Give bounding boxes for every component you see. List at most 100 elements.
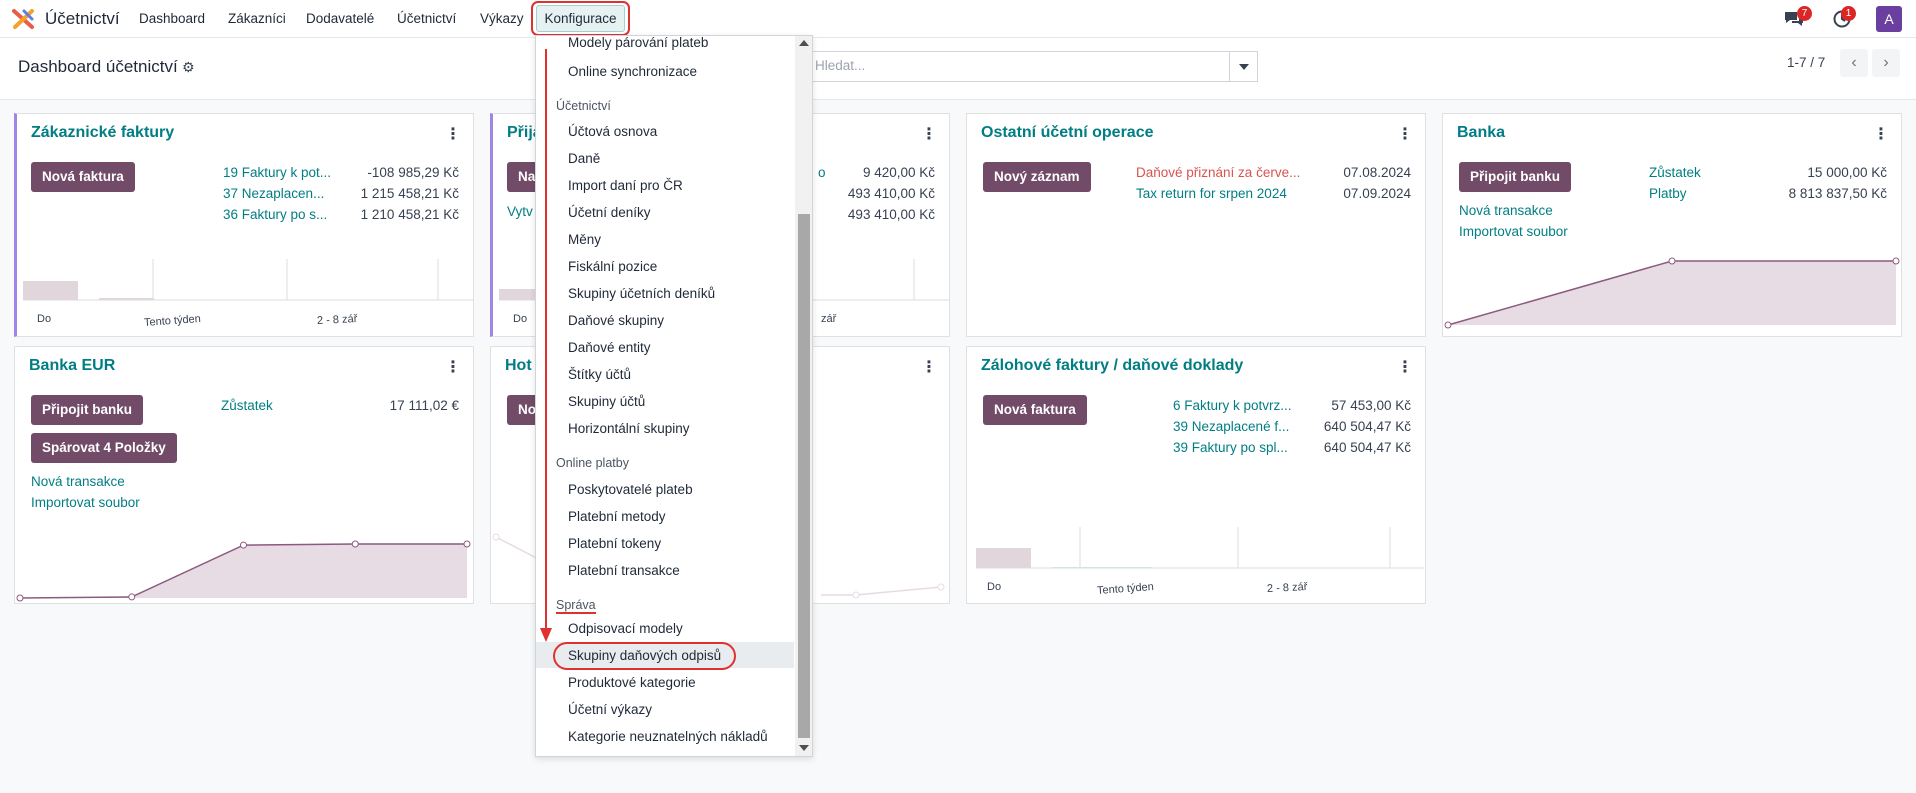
card-customer-invoices: Zákaznické faktury ⋮ Nová faktura 19 Fak…	[14, 113, 474, 337]
menu-item[interactable]: Měny	[568, 232, 601, 247]
menu-item[interactable]: Daně	[568, 151, 600, 166]
menu-item[interactable]: Fiskální pozice	[568, 259, 657, 274]
scroll-down-icon[interactable]	[799, 745, 809, 751]
menu-item[interactable]: Horizontální skupiny	[568, 421, 690, 436]
card-title[interactable]: Zálohové faktury / daňové doklady	[981, 357, 1243, 375]
menu-item[interactable]: Účetní deníky	[568, 205, 651, 220]
card-bank: Banka ⋮ Připojit banku Zůstatek 15 000,0…	[1442, 113, 1902, 337]
entry-date: 07.08.2024	[1343, 165, 1411, 180]
menu-item[interactable]: Import daní pro ČR	[568, 178, 683, 193]
import-file-link[interactable]: Importovat soubor	[1459, 224, 1568, 239]
pager-value[interactable]: 1-7 / 7	[1787, 55, 1825, 70]
invoice-bar-graph[interactable]	[976, 527, 1424, 599]
menu-item[interactable]: Poskytovatelé plateb	[568, 482, 693, 497]
menu-item[interactable]: Platební metody	[568, 509, 666, 524]
kebab-menu-icon[interactable]: ⋮	[445, 124, 461, 144]
control-panel: Dashboard účetnictví ⚙ Hledat... 1-7 / 7…	[0, 38, 1916, 100]
new-invoice-button[interactable]: Nová faktura	[31, 162, 135, 192]
avatar[interactable]: A	[1876, 6, 1902, 32]
scroll-up-icon[interactable]	[799, 40, 809, 46]
nav-accounting[interactable]: Účetnictví	[397, 11, 456, 26]
invoice-link[interactable]: 19 Faktury k pot...	[223, 165, 331, 180]
upload-link[interactable]: Vytv	[507, 204, 533, 219]
search-placeholder: Hledat...	[815, 58, 866, 73]
menu-section-header: Správa	[556, 598, 596, 614]
kebab-menu-icon[interactable]: ⋮	[445, 357, 461, 377]
balance-link[interactable]: Zůstatek	[221, 398, 273, 413]
nav-vendors[interactable]: Dodavatelé	[306, 11, 374, 26]
menu-item[interactable]: Modely párování plateb	[568, 36, 708, 50]
card-bank-eur: Banka EUR ⋮ Připojit banku Spárovat 4 Po…	[14, 346, 474, 604]
menu-item[interactable]: Platební transakce	[568, 563, 680, 578]
balance-link[interactable]: Zůstatek	[1649, 165, 1701, 180]
balance-area	[1448, 261, 1896, 325]
invoice-link[interactable]: 39 Nezaplacené f...	[1173, 419, 1289, 434]
nav-dashboard[interactable]: Dashboard	[139, 11, 205, 26]
search-input[interactable]	[803, 51, 1258, 82]
menu-item[interactable]: Štítky účtů	[568, 367, 631, 382]
invoice-link[interactable]: 36 Faktury po s...	[223, 207, 327, 222]
card-title[interactable]: Hot	[505, 357, 532, 375]
app-name[interactable]: Účetnictví	[45, 9, 120, 29]
bills-link[interactable]: o	[818, 165, 826, 180]
pager-next-icon[interactable]: ›	[1872, 49, 1900, 77]
menu-item[interactable]: Odpisovací modely	[568, 621, 683, 636]
kebab-menu-icon[interactable]: ⋮	[1873, 124, 1889, 144]
menu-item[interactable]: Účtová osnova	[568, 124, 657, 139]
bank-balance-graph[interactable]	[1443, 254, 1901, 336]
card-title[interactable]: Ostatní účetní operace	[981, 124, 1154, 142]
new-transaction-link[interactable]: Nová transakce	[31, 474, 125, 489]
menu-item[interactable]: Online synchronizace	[568, 64, 697, 79]
bill-amount: 493 410,00 Kč	[847, 207, 935, 222]
graph-label: 2 - 8 zář	[1266, 580, 1308, 596]
menu-item[interactable]: Kategorie neuznatelných nákladů	[568, 729, 768, 744]
card-title[interactable]: Zákaznické faktury	[31, 124, 174, 142]
balance-point	[1444, 321, 1452, 329]
kebab-menu-icon[interactable]: ⋮	[921, 357, 937, 377]
tax-return-link[interactable]: Tax return for srpen 2024	[1136, 186, 1287, 201]
new-invoice-button[interactable]: Nová faktura	[983, 395, 1087, 425]
invoice-amount: 640 504,47 Kč	[1323, 440, 1411, 455]
bill-amount: 493 410,00 Kč	[847, 186, 935, 201]
scroll-thumb[interactable]	[798, 214, 810, 738]
invoice-link[interactable]: 6 Faktury k potvrz...	[1173, 398, 1292, 413]
card-title[interactable]: Banka EUR	[29, 357, 115, 375]
search-toggle-chevron-icon[interactable]	[1229, 51, 1258, 82]
card-advance-invoices: Zálohové faktury / daňové doklady ⋮ Nová…	[966, 346, 1426, 604]
kebab-menu-icon[interactable]: ⋮	[921, 124, 937, 144]
page-title: Dashboard účetnictví	[18, 57, 178, 76]
menu-item[interactable]: Skupiny účtů	[568, 394, 645, 409]
menu-item[interactable]: Daňové skupiny	[568, 313, 664, 328]
new-entry-button[interactable]: Nový záznam	[983, 162, 1091, 192]
invoice-link[interactable]: 37 Nezaplacen...	[223, 186, 324, 201]
menu-section-header: Online platby	[556, 456, 629, 470]
gear-icon[interactable]: ⚙	[182, 59, 195, 76]
menu-scrollbar[interactable]	[795, 36, 812, 756]
balance-point	[128, 593, 136, 601]
pager-prev-icon[interactable]: ‹	[1840, 49, 1868, 77]
menu-item[interactable]: Skupiny účetních deníků	[568, 286, 715, 301]
nav-customers[interactable]: Zákazníci	[228, 11, 286, 26]
balance-point	[16, 594, 24, 602]
kebab-menu-icon[interactable]: ⋮	[1397, 124, 1413, 144]
menu-item[interactable]: Platební tokeny	[568, 536, 661, 551]
menu-item[interactable]: Daňové entity	[568, 340, 651, 355]
import-file-link[interactable]: Importovat soubor	[31, 495, 140, 510]
connect-bank-button[interactable]: Připojit banku	[31, 395, 144, 425]
card-title[interactable]: Banka	[1457, 124, 1505, 142]
bank-eur-balance-graph[interactable]	[15, 531, 473, 603]
menu-item[interactable]: Účetní výkazy	[568, 702, 652, 717]
tax-return-link[interactable]: Daňové přiznání za červe...	[1136, 165, 1300, 180]
invoice-amount: -108 985,29 Kč	[367, 165, 459, 180]
invoice-link[interactable]: 39 Faktury po spl...	[1173, 440, 1288, 455]
reconcile-items-button[interactable]: Spárovat 4 Položky	[31, 433, 177, 463]
nav-reports[interactable]: Výkazy	[480, 11, 524, 26]
connect-bank-button[interactable]: Připojit banku	[1459, 162, 1572, 192]
kebab-menu-icon[interactable]: ⋮	[1397, 357, 1413, 377]
app-logo-icon[interactable]	[12, 8, 36, 30]
payments-link[interactable]: Platby	[1649, 186, 1687, 201]
invoice-bar-graph[interactable]	[23, 259, 473, 331]
new-transaction-link[interactable]: Nová transakce	[1459, 203, 1553, 218]
menu-item[interactable]: Produktové kategorie	[568, 675, 696, 690]
balance-point	[351, 540, 359, 548]
